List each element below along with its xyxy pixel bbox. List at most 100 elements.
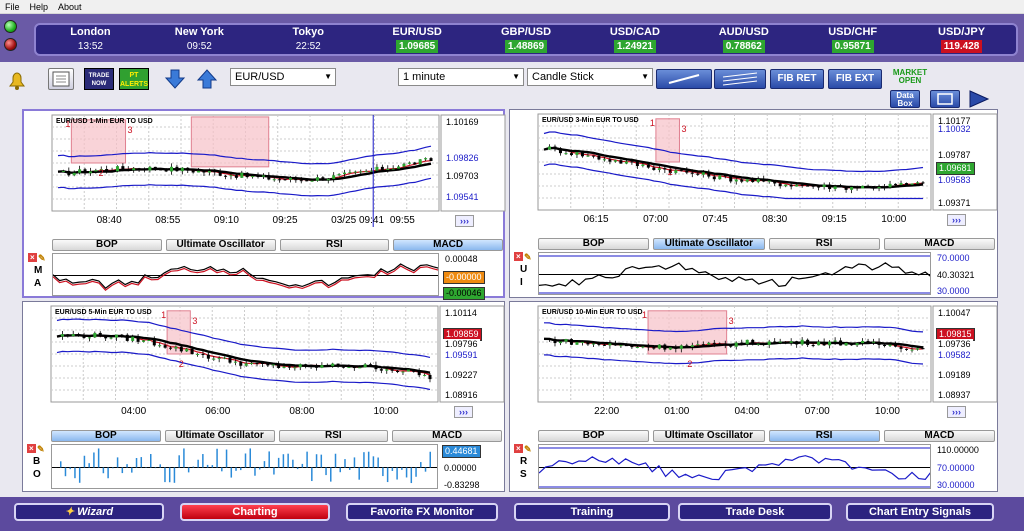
candle [283,179,287,181]
indicator-side-label: R [520,456,528,467]
trade-now-button[interactable]: TRADE NOW [84,68,114,90]
candle [767,341,771,346]
tab-macd[interactable]: MACD [883,238,995,250]
candle [630,161,634,163]
symbol-select[interactable]: EUR/USD ▼ [230,68,336,86]
candle [723,343,727,346]
tab-bop[interactable]: BOP [538,430,650,442]
candle [78,169,82,173]
ticker-item-usd-cad[interactable]: USD/CAD 1.24921 [580,25,689,54]
edit-indicator-icon[interactable]: ✎ [524,444,532,455]
tab-bop[interactable]: BOP [538,238,650,250]
ticker-item-usd-chf[interactable]: USD/CHF 0.95871 [798,25,907,54]
menu-help[interactable]: Help [30,0,49,13]
nav-wizard-button[interactable]: ✦ Wizard [14,503,164,521]
ticker-item-usd-jpy[interactable]: USD/JPY 119.428 [907,25,1016,54]
tab-rsi[interactable]: RSI [278,430,389,442]
edit-indicator-icon[interactable]: ✎ [524,252,532,263]
menu-file[interactable]: File [5,0,20,13]
fib-ret-button[interactable]: FIB RET [770,69,824,89]
tab-rsi[interactable]: RSI [768,430,880,442]
arrow-down-icon[interactable] [162,68,188,90]
scroll-right-icon[interactable]: ››› [947,406,966,418]
chart-panel-1[interactable]: 1 2 3 EUR/USD 1-Min EUR TO USD 1.10169 1.0982… [22,109,506,300]
nav-training-button[interactable]: Training [514,503,670,521]
candle [417,371,421,376]
candle [822,341,826,346]
tab-macd[interactable]: MACD [393,239,503,251]
chart-panel-2[interactable]: 1 2 3 EUR/USD 3-Min EUR TO USD 1.10177 1.1003… [509,109,998,298]
close-indicator-icon[interactable]: × [514,252,523,261]
candle [569,153,573,155]
indicator-chart[interactable] [538,444,931,489]
scroll-right-icon[interactable]: ››› [454,406,473,418]
bell-icon[interactable] [4,70,30,92]
candle [71,334,75,337]
chart-panel-4[interactable]: 1 2 3 EUR/USD 10-Min EUR TO USD 1.10047 1.098… [509,301,998,492]
candle [679,345,683,349]
tab-ultimate-oscillator[interactable]: Ultimate Oscillator [653,430,765,442]
tab-ultimate-oscillator[interactable]: Ultimate Oscillator [165,239,276,251]
ticker-item-new-york[interactable]: New York 09:52 [145,25,254,54]
edit-indicator-icon[interactable]: ✎ [38,253,46,264]
trendline-tool-button[interactable] [656,69,712,89]
arrow-up-icon[interactable] [194,68,220,90]
data-box-button[interactable]: Data Box [890,90,920,108]
interval-select[interactable]: 1 minute ▼ [398,68,524,86]
chart-panel-3[interactable]: 1 2 3 EUR/USD 5-Min EUR TO USD 1.10114 1.0985… [22,301,505,492]
candle [762,343,766,346]
edit-indicator-icon[interactable]: ✎ [37,444,45,455]
price-tag: 1.09796 [443,339,480,350]
nav-trade-desk-button[interactable]: Trade Desk [678,503,832,521]
candle [180,167,184,172]
tab-ultimate-oscillator[interactable]: Ultimate Oscillator [164,430,275,442]
tab-rsi[interactable]: RSI [279,239,390,251]
candle [734,342,738,347]
candle [309,364,313,366]
scroll-right-icon[interactable]: ››› [455,215,474,227]
candle [602,159,606,161]
nav-chart-entry-signals-button[interactable]: Chart Entry Signals [846,503,994,521]
indicator-chart[interactable] [51,444,438,489]
ticker-item-london[interactable]: London 13:52 [36,25,145,54]
close-indicator-icon[interactable]: × [28,253,37,262]
candle [314,365,318,368]
tab-macd[interactable]: MACD [883,430,995,442]
tab-rsi[interactable]: RSI [768,238,880,250]
ticker-item-eur-usd[interactable]: EUR/USD 1.09685 [363,25,472,54]
indicator-chart[interactable] [52,253,439,296]
ticker-item-aud-usd[interactable]: AUD/USD 0.78862 [689,25,798,54]
channel-tool-button[interactable] [714,69,766,89]
pt-alerts-button[interactable]: PT ALERTS [119,68,149,90]
tab-bop[interactable]: BOP [51,430,161,442]
indicator-line [53,263,438,290]
play-arrow-icon[interactable] [966,89,992,109]
ticker-item-gbp-usd[interactable]: GBP/USD 1.48869 [472,25,581,54]
nav-charting-button[interactable]: Charting [180,503,330,521]
ticker-value: 0.95871 [831,40,874,53]
ticker-item-tokyo[interactable]: Tokyo 22:52 [254,25,363,54]
tab-macd[interactable]: MACD [392,430,502,442]
candle [712,176,716,180]
indicator-value: 40.30321 [935,269,977,281]
x-tick-label: 22:00 [594,406,620,417]
scroll-right-icon[interactable]: ››› [947,214,966,226]
close-indicator-icon[interactable]: × [514,444,523,453]
window-layout-icon[interactable] [930,90,960,108]
x-tick-label: 09:10 [213,215,239,226]
candle [418,159,422,165]
axis-top-value: 1.10169 [446,117,479,127]
notes-icon[interactable] [48,68,74,90]
candle [201,353,205,355]
close-indicator-icon[interactable]: × [27,444,36,453]
candle [553,146,557,149]
fib-ext-button[interactable]: FIB EXT [828,69,882,89]
ticker-name: USD/CHF [828,26,878,38]
menu-about[interactable]: About [58,0,82,13]
tab-bop[interactable]: BOP [52,239,162,251]
indicator-value: 70.0000 [935,253,972,264]
nav-favorite-fx-monitor-button[interactable]: Favorite FX Monitor [346,503,498,521]
chart-type-select[interactable]: Candle Stick ▼ [527,68,653,86]
indicator-chart[interactable] [538,252,931,295]
tab-ultimate-oscillator[interactable]: Ultimate Oscillator [653,238,765,250]
